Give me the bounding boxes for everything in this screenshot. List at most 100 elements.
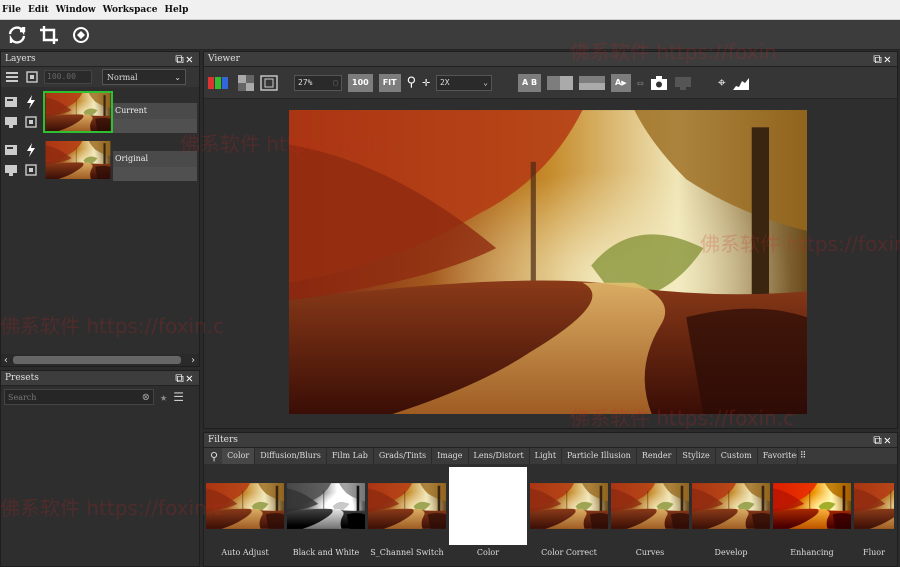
tab-film-lab[interactable]: Film Lab xyxy=(327,448,374,464)
crosshair-icon[interactable]: ⌖ xyxy=(718,74,726,92)
layers-panel: Layers ⧉✕ 100.00 Normal ⌄ Current Origin… xyxy=(0,51,200,367)
layer-name: Current xyxy=(113,103,197,119)
search-icon[interactable]: ⚲ xyxy=(206,450,222,463)
panel-controls[interactable]: ⧉✕ xyxy=(873,433,893,448)
filter-item[interactable]: Color xyxy=(449,467,527,557)
layer-mask-small-icon[interactable] xyxy=(23,114,39,130)
zoom-stepper-icon[interactable]: ▢ xyxy=(333,78,338,87)
menu-bar: File Edit Window Workspace Help xyxy=(0,0,900,20)
monitor-icon[interactable] xyxy=(3,162,19,178)
layer-thumbnail[interactable] xyxy=(43,91,113,133)
preview-image[interactable] xyxy=(289,110,807,414)
zoom-level-field[interactable]: 27% ▢ xyxy=(294,74,342,91)
filter-item[interactable]: Fluor xyxy=(854,467,894,557)
lightning-icon[interactable] xyxy=(23,142,39,158)
presets-search-input[interactable]: Search ⊗ xyxy=(4,389,154,405)
layer-item-original[interactable]: Original xyxy=(1,137,199,183)
view-a-button[interactable]: A ▶ xyxy=(611,73,631,92)
monitor-icon[interactable] xyxy=(3,114,19,130)
zoom-value: 27% xyxy=(298,78,313,87)
layers-panel-title: Layers xyxy=(5,54,36,64)
zoom-multiplier-select[interactable]: 2X ⌄ xyxy=(435,74,492,91)
histogram-icon[interactable] xyxy=(732,74,750,92)
clear-search-icon[interactable]: ⊗ xyxy=(142,392,150,403)
tab-custom[interactable]: Custom xyxy=(716,448,758,464)
menu-help[interactable]: Help xyxy=(164,5,188,15)
filter-label: Enhancing xyxy=(790,548,834,557)
filter-item[interactable]: Color Correct xyxy=(530,467,608,557)
blend-mode-select[interactable]: Normal ⌄ xyxy=(102,69,186,85)
tab-stylize[interactable]: Stylize xyxy=(677,448,716,464)
layer-item-current[interactable]: Current xyxy=(1,89,199,135)
menu-file[interactable]: File xyxy=(2,5,21,15)
filter-thumbnail xyxy=(449,467,527,545)
refresh-icon[interactable] xyxy=(4,22,30,48)
presets-search-row: Search ⊗ ★ ☰ xyxy=(1,386,199,408)
tab-lens-distort[interactable]: Lens/Distort xyxy=(469,448,530,464)
scroll-thumb[interactable] xyxy=(13,356,181,364)
presets-panel-title: Presets xyxy=(5,373,39,383)
zoom-fit-button[interactable]: FIT xyxy=(378,73,401,92)
filter-thumbnail xyxy=(287,467,365,545)
fit-frame-icon[interactable] xyxy=(260,74,278,92)
filter-item[interactable]: Curves xyxy=(611,467,689,557)
tab-grads-tints[interactable]: Grads/Tints xyxy=(374,448,433,464)
horizontal-split-icon[interactable] xyxy=(579,74,606,92)
filter-item[interactable]: Black and White xyxy=(287,467,365,557)
layer-menu-icon[interactable] xyxy=(4,69,20,85)
magnifier-icon[interactable]: ⚲ xyxy=(407,74,417,92)
filter-item[interactable]: Enhancing xyxy=(773,467,851,557)
layer-name: Original xyxy=(113,151,197,167)
star-icon[interactable]: ★ xyxy=(160,390,167,404)
layers-panel-header: Layers ⧉✕ xyxy=(1,52,199,67)
split-view-icon[interactable] xyxy=(547,74,574,92)
layer-settings-icon[interactable] xyxy=(3,94,19,110)
layer-settings-icon[interactable] xyxy=(3,142,19,158)
scroll-right-icon[interactable]: › xyxy=(190,355,196,366)
tab-image[interactable]: Image xyxy=(432,448,469,464)
camera-icon[interactable] xyxy=(650,74,668,92)
tab-favorites[interactable]: Favorites xyxy=(758,448,798,464)
tab-color[interactable]: Color xyxy=(222,448,256,464)
layers-scrollbar[interactable]: ‹ › xyxy=(1,354,199,366)
viewer-panel: Viewer ⧉✕ 27% ▢ 100 FIT ⚲ ✛ 2X ⌄ A B A ▶… xyxy=(203,51,898,429)
filter-label: Color Correct xyxy=(541,548,597,557)
pan-move-icon[interactable]: ✛ xyxy=(422,74,430,92)
filter-thumbnail xyxy=(773,467,851,545)
lightning-icon[interactable] xyxy=(23,94,39,110)
layer-icons xyxy=(3,94,39,130)
rgb-channels-icon[interactable] xyxy=(208,74,232,92)
filter-item[interactable]: Develop xyxy=(692,467,770,557)
scroll-left-icon[interactable]: ‹ xyxy=(1,355,9,366)
crop-icon[interactable] xyxy=(36,22,62,48)
tab-light[interactable]: Light xyxy=(530,448,563,464)
hamburger-menu-icon[interactable]: ☰ xyxy=(173,390,184,404)
tab-render[interactable]: Render xyxy=(637,448,678,464)
rotate-icon[interactable] xyxy=(68,22,94,48)
filter-label: Black and White xyxy=(292,548,360,557)
filter-item[interactable]: S_Channel Switch xyxy=(368,467,446,557)
filter-item[interactable]: Auto Adjust xyxy=(206,467,284,557)
sync-icon[interactable]: ⇔ xyxy=(637,74,644,92)
panel-controls[interactable]: ⧉✕ xyxy=(873,52,893,67)
layer-mask-icon[interactable] xyxy=(24,69,40,85)
menu-edit[interactable]: Edit xyxy=(28,5,49,15)
filters-panel-title: Filters xyxy=(208,435,238,445)
panel-controls[interactable]: ⧉✕ xyxy=(175,52,195,67)
filter-thumbnail xyxy=(611,467,689,545)
compare-ab-button[interactable]: A B xyxy=(517,73,542,92)
tab-particle-illusion[interactable]: Particle Illusion xyxy=(562,448,637,464)
layer-thumbnail[interactable] xyxy=(43,139,113,181)
checker-icon[interactable] xyxy=(238,74,254,92)
panel-controls[interactable]: ⧉✕ xyxy=(175,371,195,386)
layer-name-wrap: Current xyxy=(113,91,197,133)
filters-panel-header: Filters ⧉✕ xyxy=(204,433,897,448)
grid-view-icon[interactable]: ⠿ xyxy=(800,451,807,461)
menu-workspace[interactable]: Workspace xyxy=(103,5,158,15)
zoom-100-button[interactable]: 100 xyxy=(348,73,373,92)
tab-diffusion-blurs[interactable]: Diffusion/Blurs xyxy=(255,448,327,464)
display-icon[interactable] xyxy=(674,74,692,92)
menu-window[interactable]: Window xyxy=(56,5,96,15)
opacity-field[interactable]: 100.00 xyxy=(44,70,92,84)
layer-mask-small-icon[interactable] xyxy=(23,162,39,178)
